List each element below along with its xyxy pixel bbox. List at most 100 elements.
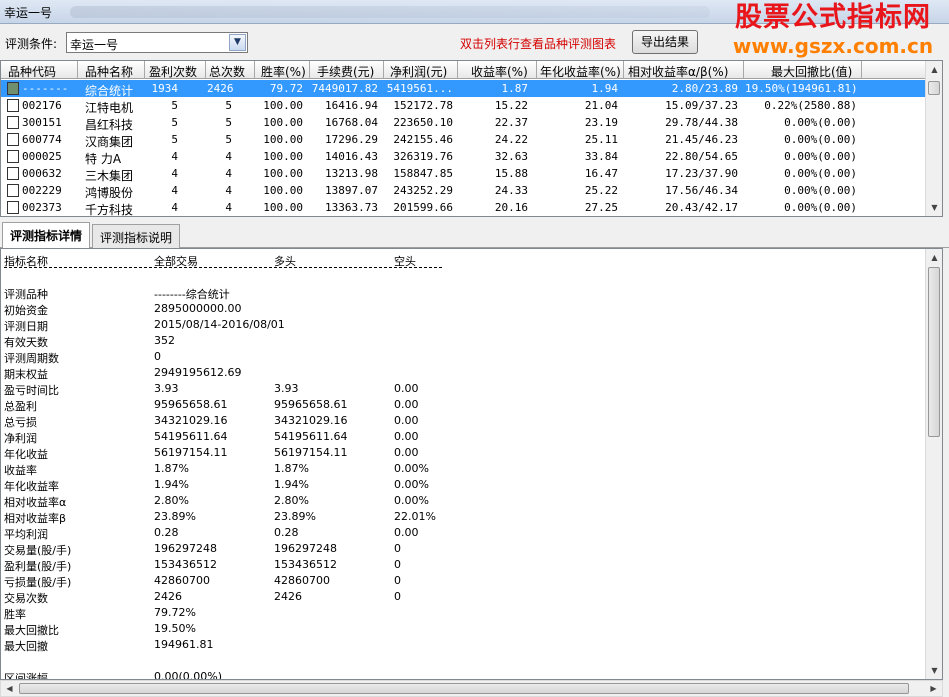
- arrow-up-icon[interactable]: ▲: [926, 249, 942, 266]
- cell-total: 4: [225, 150, 232, 163]
- detail-cell-short: 0.00: [394, 398, 419, 411]
- col-name[interactable]: 品种名称: [85, 63, 133, 80]
- checkbox-icon[interactable]: [7, 116, 19, 129]
- detail-cell-short: 0.00: [394, 430, 419, 443]
- col-annual[interactable]: 年化收益率(%): [540, 63, 621, 80]
- cell-drawdown: 0.00%(0.00): [784, 133, 857, 146]
- col-return[interactable]: 收益率(%): [471, 63, 528, 80]
- detail-cell-short: 0.00: [394, 446, 419, 459]
- detail-panel: 指标名称 全部交易 多头 空头 评测品种 --------综合统计 初始资金 2895…: [0, 248, 943, 680]
- cell-code: -------: [22, 82, 69, 95]
- detail-cell-all: 54195611.64: [154, 430, 228, 443]
- cell-drawdown: 19.50%(194961.81): [745, 82, 858, 95]
- detail-cell-all: 1.87%: [154, 462, 189, 475]
- cell-fee: 13363.73: [325, 201, 378, 214]
- col-code[interactable]: 品种代码: [8, 63, 56, 80]
- arrow-down-icon[interactable]: ▼: [926, 199, 942, 216]
- detail-cell-all: 79.72%: [154, 606, 196, 619]
- detail-scrollbar[interactable]: ▲ ▼: [925, 249, 942, 679]
- cell-winrate: 100.00: [263, 201, 303, 214]
- checkbox-icon[interactable]: [7, 184, 19, 197]
- cell-wins: 5: [171, 133, 178, 146]
- detail-row: 亏损量(股/手) 42860700 42860700 0: [4, 573, 924, 589]
- detail-cell-long: 2.80%: [274, 494, 309, 507]
- col-relative[interactable]: 相对收益率α/β(%): [628, 63, 728, 80]
- table-row[interactable]: ------- 综合统计 1934 2426 79.72 7449017.82 541956…: [1, 80, 926, 98]
- table-row[interactable]: 002176 江特电机 5 5 100.00 16416.94 152172.78 15.22…: [1, 97, 926, 115]
- detail-cell-name: 年化收益: [4, 448, 48, 461]
- cell-drawdown: 0.00%(0.00): [784, 184, 857, 197]
- cell-relative: 2.80/23.89: [671, 82, 738, 95]
- checkbox-icon[interactable]: [7, 99, 19, 112]
- col-wins[interactable]: 盈利次数: [149, 63, 197, 80]
- detail-cell-short: 0: [394, 542, 401, 555]
- chevron-down-icon[interactable]: ▼: [229, 34, 246, 51]
- detail-row: 评测品种 --------综合统计: [4, 285, 924, 301]
- cell-annual: 25.22: [584, 184, 618, 197]
- cell-total: 4: [225, 201, 232, 214]
- horizontal-scroll-thumb[interactable]: [19, 683, 909, 694]
- results-grid[interactable]: 品种代码 品种名称 盈利次数 总次数 胜率(%) 手续费(元) 净利润(元) 收…: [0, 60, 943, 217]
- cell-total: 5: [225, 116, 232, 129]
- detail-cell-long: 95965658.61: [274, 398, 348, 411]
- checkbox-icon[interactable]: [7, 133, 19, 146]
- grid-scroll-thumb[interactable]: [928, 81, 940, 95]
- detail-row: 交易量(股/手) 196297248 196297248 0: [4, 541, 924, 557]
- header-divider: [4, 267, 442, 268]
- arrow-left-icon[interactable]: ◀: [1, 681, 18, 696]
- table-row[interactable]: 002373 千方科技 4 4 100.00 13363.73 201599.66 20.16…: [1, 199, 926, 216]
- detail-row: 期末权益 2949195612.69: [4, 365, 924, 381]
- table-row[interactable]: 300151 昌红科技 5 5 100.00 16768.04 223650.10 22.37…: [1, 114, 926, 132]
- detail-cell-short: 0.00: [394, 526, 419, 539]
- cell-drawdown: 0.00%(0.00): [784, 201, 857, 214]
- cell-winrate: 100.00: [263, 116, 303, 129]
- detail-row: 收益率 1.87% 1.87% 0.00%: [4, 461, 924, 477]
- checkbox-icon[interactable]: [7, 82, 19, 95]
- cell-code: 000632: [22, 167, 62, 180]
- cell-drawdown: 0.22%(2580.88): [764, 99, 857, 112]
- col-drawdown[interactable]: 最大回撤比(值): [771, 63, 852, 80]
- cell-annual: 16.47: [584, 167, 618, 180]
- detail-cell-long: 2426: [274, 590, 302, 603]
- tab-explanation[interactable]: 评测指标说明: [92, 224, 181, 248]
- detail-scroll-thumb[interactable]: [928, 267, 940, 437]
- cell-total: 5: [225, 99, 232, 112]
- cell-winrate: 100.00: [263, 150, 303, 163]
- col-profit[interactable]: 净利润(元): [390, 63, 447, 80]
- tab-bar: 评测指标详情 评测指标说明: [0, 222, 949, 249]
- detail-cell-all: 56197154.11: [154, 446, 228, 459]
- detail-cell-all: 194961.81: [154, 638, 214, 651]
- cell-annual: 27.25: [584, 201, 618, 214]
- arrow-down-icon[interactable]: ▼: [926, 662, 942, 679]
- arrow-right-icon[interactable]: ▶: [925, 681, 942, 696]
- grid-scrollbar[interactable]: ▲ ▼: [925, 61, 942, 216]
- detail-cell-name: 亏损量(股/手): [4, 576, 72, 589]
- detail-cell-short: 0.00: [394, 382, 419, 395]
- export-button[interactable]: 导出结果: [632, 30, 698, 54]
- checkbox-icon[interactable]: [7, 167, 19, 180]
- criteria-select[interactable]: 幸运一号 ▼: [66, 32, 248, 53]
- table-row[interactable]: 000025 特 力A 4 4 100.00 14016.43 326319.76 32.63…: [1, 148, 926, 166]
- table-row[interactable]: 000632 三木集团 4 4 100.00 13213.98 158847.85 15.88…: [1, 165, 926, 183]
- detail-cell-all: 2015/08/14-2016/08/01: [154, 318, 285, 331]
- checkbox-icon[interactable]: [7, 150, 19, 163]
- arrow-up-icon[interactable]: ▲: [926, 61, 942, 78]
- detail-cell-name: 区间涨幅: [4, 672, 48, 680]
- checkbox-icon[interactable]: [7, 201, 19, 214]
- col-fee[interactable]: 手续费(元): [317, 63, 374, 80]
- col-winrate[interactable]: 胜率(%): [261, 63, 306, 80]
- table-row[interactable]: 002229 鸿博股份 4 4 100.00 13897.07 243252.29 24.33…: [1, 182, 926, 200]
- cell-annual: 33.84: [584, 150, 618, 163]
- tab-detail[interactable]: 评测指标详情: [2, 222, 91, 249]
- detail-cell-all: 34321029.16: [154, 414, 228, 427]
- col-total[interactable]: 总次数: [209, 63, 245, 80]
- cell-relative: 21.45/46.23: [665, 133, 738, 146]
- cell-fee: 14016.43: [325, 150, 378, 163]
- table-row[interactable]: 600774 汉商集团 5 5 100.00 17296.29 242155.46 24.22…: [1, 131, 926, 149]
- cell-annual: 25.11: [584, 133, 618, 146]
- horizontal-scrollbar[interactable]: ◀ ▶: [0, 680, 943, 697]
- cell-total: 4: [225, 167, 232, 180]
- criteria-label: 评测条件:: [5, 37, 58, 51]
- detail-cell-all: 153436512: [154, 558, 217, 571]
- detail-cell-long: 23.89%: [274, 510, 316, 523]
